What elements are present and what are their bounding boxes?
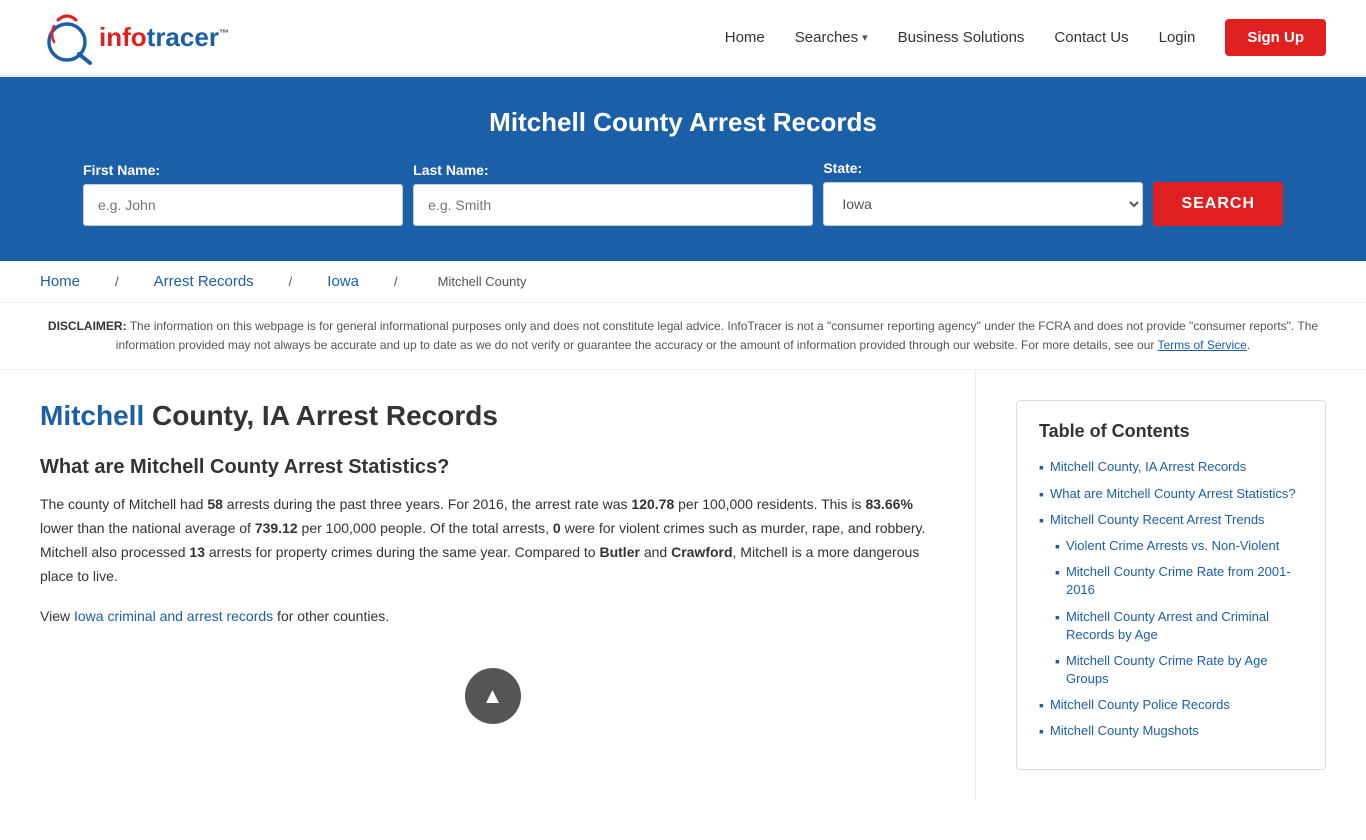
nav-searches-link[interactable]: Searches [795, 29, 858, 46]
toc-item-5: Mitchell County Arrest and Criminal Reco… [1039, 608, 1303, 644]
breadcrumb-home[interactable]: Home [40, 273, 80, 290]
first-name-input[interactable] [83, 184, 403, 226]
para1-text7: arrests for property crimes during the s… [205, 544, 600, 560]
stat-property: 13 [189, 544, 205, 560]
disclaimer-tos-link[interactable]: Terms of Service [1158, 338, 1247, 352]
breadcrumb-arrest-records[interactable]: Arrest Records [154, 273, 254, 290]
disclaimer-label: DISCLAIMER: [48, 319, 127, 333]
article-heading-highlight: Mitchell [40, 400, 144, 431]
toc-item-7: Mitchell County Police Records [1039, 696, 1303, 714]
chevron-down-icon: ▾ [862, 31, 868, 44]
toc-item-6: Mitchell County Crime Rate by Age Groups [1039, 652, 1303, 688]
breadcrumb-sep1: / [115, 274, 119, 289]
view-text: View [40, 608, 74, 624]
banner-title: Mitchell County Arrest Records [40, 107, 1326, 138]
signup-button[interactable]: Sign Up [1225, 19, 1326, 56]
view-link-paragraph: View Iowa criminal and arrest records fo… [40, 605, 945, 629]
breadcrumb: Home / Arrest Records / Iowa / Mitchell … [0, 261, 1366, 303]
search-button[interactable]: SEARCH [1153, 182, 1283, 226]
breadcrumb-iowa[interactable]: Iowa [327, 273, 359, 290]
stat-lower: 83.66% [865, 496, 912, 512]
article-heading: Mitchell County, IA Arrest Records [40, 400, 945, 432]
toc-item-8: Mitchell County Mugshots [1039, 722, 1303, 740]
article-heading-rest: County, IA Arrest Records [144, 400, 498, 431]
para1-text3: per 100,000 residents. This is [674, 496, 865, 512]
view-text2: for other counties. [273, 608, 389, 624]
toc-link-3[interactable]: Violent Crime Arrests vs. Non-Violent [1066, 537, 1279, 555]
first-name-group: First Name: [83, 162, 403, 226]
stat-national: 739.12 [255, 520, 298, 536]
disclaimer-period: . [1247, 338, 1250, 352]
breadcrumb-sep3: / [394, 274, 398, 289]
toc-list: Mitchell County, IA Arrest Records What … [1039, 458, 1303, 740]
first-name-label: First Name: [83, 162, 403, 178]
para1-text1: The county of Mitchell had [40, 496, 207, 512]
toc-link-0[interactable]: Mitchell County, IA Arrest Records [1050, 458, 1246, 476]
toc-item-4: Mitchell County Crime Rate from 2001-201… [1039, 563, 1303, 599]
para1-text2: arrests during the past three years. For… [223, 496, 632, 512]
article-paragraph1: The county of Mitchell had 58 arrests du… [40, 493, 945, 588]
sidebar: Table of Contents Mitchell County, IA Ar… [1006, 370, 1326, 799]
state-label: State: [823, 160, 1143, 176]
stat-arrests: 58 [207, 496, 223, 512]
toc-box: Table of Contents Mitchell County, IA Ar… [1016, 400, 1326, 769]
toc-link-8[interactable]: Mitchell County Mugshots [1050, 722, 1199, 740]
toc-item-0: Mitchell County, IA Arrest Records [1039, 458, 1303, 476]
toc-item-1: What are Mitchell County Arrest Statisti… [1039, 485, 1303, 503]
nav-home[interactable]: Home [725, 29, 765, 46]
toc-link-5[interactable]: Mitchell County Arrest and Criminal Reco… [1066, 608, 1303, 644]
city2: Crawford [671, 544, 732, 560]
toc-link-7[interactable]: Mitchell County Police Records [1050, 696, 1230, 714]
logo[interactable]: infotracer™ [40, 10, 229, 65]
toc-item-2: Mitchell County Recent Arrest Trends [1039, 511, 1303, 529]
toc-link-6[interactable]: Mitchell County Crime Rate by Age Groups [1066, 652, 1303, 688]
state-select[interactable]: Iowa Alabama Alaska Arizona [823, 182, 1143, 226]
breadcrumb-sep2: / [289, 274, 293, 289]
last-name-label: Last Name: [413, 162, 813, 178]
nav-business-solutions[interactable]: Business Solutions [898, 29, 1025, 46]
disclaimer-text: The information on this webpage is for g… [116, 319, 1318, 352]
toc-item-3: Violent Crime Arrests vs. Non-Violent [1039, 537, 1303, 555]
logo-tm: ™ [219, 28, 229, 39]
logo-info: info [99, 22, 147, 52]
city1: Butler [599, 544, 639, 560]
last-name-input[interactable] [413, 184, 813, 226]
para1-text4: lower than the national average of [40, 520, 255, 536]
state-group: State: Iowa Alabama Alaska Arizona [823, 160, 1143, 226]
article: Mitchell County, IA Arrest Records What … [40, 370, 976, 799]
toc-heading: Table of Contents [1039, 421, 1303, 442]
nav-searches[interactable]: Searches ▾ [795, 29, 868, 46]
section1-heading: What are Mitchell County Arrest Statisti… [40, 456, 945, 479]
disclaimer: DISCLAIMER: The information on this webp… [0, 303, 1366, 370]
nav-login[interactable]: Login [1159, 29, 1196, 46]
search-banner: Mitchell County Arrest Records First Nam… [0, 77, 1366, 261]
toc-link-2[interactable]: Mitchell County Recent Arrest Trends [1050, 511, 1265, 529]
chevron-up-icon: ▲ [482, 685, 504, 707]
stat-rate: 120.78 [631, 496, 674, 512]
logo-tracer: tracer [147, 22, 219, 52]
main-content: Mitchell County, IA Arrest Records What … [0, 370, 1366, 839]
breadcrumb-mitchell-county: Mitchell County [438, 274, 527, 289]
para1-text5: per 100,000 people. Of the total arrests… [298, 520, 553, 536]
para1-text8: and [640, 544, 671, 560]
toc-link-1[interactable]: What are Mitchell County Arrest Statisti… [1050, 485, 1296, 503]
stat-violent: 0 [553, 520, 561, 536]
header: infotracer™ Home Searches ▾ Business Sol… [0, 0, 1366, 77]
iowa-records-link[interactable]: Iowa criminal and arrest records [74, 608, 273, 624]
nav-contact-us[interactable]: Contact Us [1054, 29, 1128, 46]
toc-link-4[interactable]: Mitchell County Crime Rate from 2001-201… [1066, 563, 1303, 599]
scroll-to-top-button[interactable]: ▲ [465, 668, 521, 724]
last-name-group: Last Name: [413, 162, 813, 226]
main-nav: Home Searches ▾ Business Solutions Conta… [725, 19, 1326, 56]
search-form: First Name: Last Name: State: Iowa Alaba… [83, 160, 1283, 226]
